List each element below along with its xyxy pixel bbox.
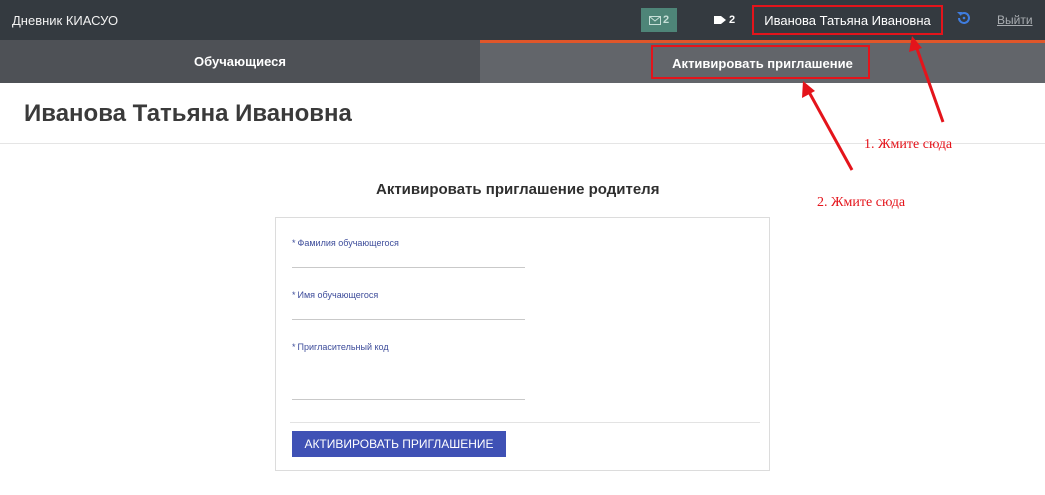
form-title: Активировать приглашение родителя (376, 181, 660, 198)
first-name-input[interactable] (292, 304, 525, 320)
required-mark: * (292, 290, 296, 300)
required-mark: * (292, 238, 296, 248)
field-label-text: Фамилия обучающегося (297, 238, 399, 248)
annotation-step-1: 1. Жмите сюда (864, 137, 953, 152)
notifications-button[interactable]: 2 (714, 12, 735, 28)
field-label-text: Пригласительный код (297, 342, 389, 352)
page-title: Иванова Татьяна Ивановна (24, 100, 352, 127)
annotation-step-2: 2. Жмите сюда (817, 195, 906, 210)
field-label-text: Имя обучающегося (297, 290, 379, 300)
required-mark: * (292, 342, 296, 352)
logout-link[interactable]: Выйти (997, 13, 1033, 27)
top-bar: Дневник КИАСУО 2 2 Иванова Татьяна Ивано… (0, 0, 1045, 40)
refresh-icon[interactable] (955, 9, 973, 27)
field-label-last-name: * Фамилия обучающегося (292, 238, 399, 248)
field-label-first-name: * Имя обучающегося (292, 290, 378, 300)
messages-count: 2 (662, 14, 670, 26)
field-label-invite-code: * Пригласительный код (292, 342, 389, 352)
activate-invitation-button[interactable]: АКТИВИРОВАТЬ ПРИГЛАШЕНИЕ (292, 431, 506, 457)
tab-students[interactable]: Обучающиеся (0, 40, 480, 83)
user-profile-button[interactable]: Иванова Татьяна Ивановна (752, 5, 943, 35)
tag-icon (714, 16, 726, 24)
arrow-to-tab (802, 81, 854, 171)
last-name-input[interactable] (292, 252, 525, 268)
invite-code-input[interactable] (292, 356, 525, 400)
tab-activate-invitation[interactable]: Активировать приглашение (480, 40, 1045, 83)
notifications-count: 2 (729, 14, 736, 26)
form-divider (290, 422, 760, 423)
envelope-icon (648, 15, 661, 25)
messages-button[interactable]: 2 (641, 8, 677, 32)
nav-bar: Обучающиеся Активировать приглашение (0, 40, 1045, 83)
app-brand[interactable]: Дневник КИАСУО (12, 13, 118, 28)
